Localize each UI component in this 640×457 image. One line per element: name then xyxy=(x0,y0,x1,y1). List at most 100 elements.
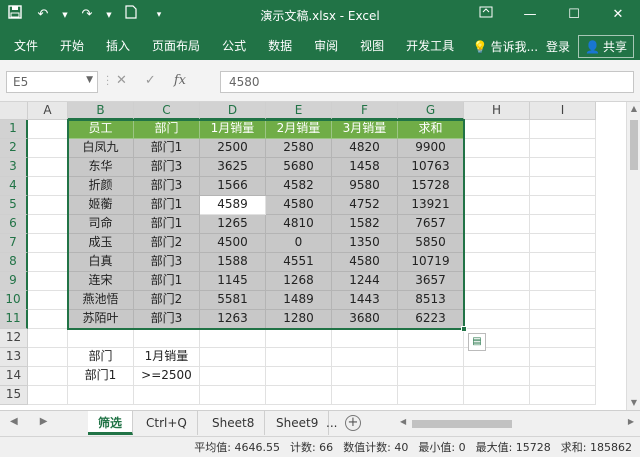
formula-input[interactable]: 4580 xyxy=(220,71,634,93)
cell[interactable] xyxy=(530,120,596,139)
cell[interactable]: 部门 xyxy=(134,120,200,139)
cell[interactable] xyxy=(398,386,464,405)
cell[interactable] xyxy=(28,386,68,405)
cell[interactable]: 3680 xyxy=(332,310,398,329)
quick-analysis-icon[interactable]: ▤ xyxy=(468,333,486,351)
column-header[interactable]: E xyxy=(266,102,332,120)
resize-handle-icon[interactable]: · · · xyxy=(106,73,109,91)
fill-handle[interactable] xyxy=(461,326,467,332)
cell[interactable] xyxy=(530,177,596,196)
cell[interactable]: 白真 xyxy=(68,253,134,272)
cell[interactable] xyxy=(464,234,530,253)
cell[interactable]: 4500 xyxy=(200,234,266,253)
horizontal-scrollbar[interactable]: ◀ ▶ xyxy=(398,417,636,431)
row-header[interactable]: 5 xyxy=(0,196,28,215)
cell[interactable]: 13921 xyxy=(398,196,464,215)
cell[interactable] xyxy=(134,386,200,405)
tab-page-layout[interactable]: 页面布局 xyxy=(152,37,200,54)
next-sheet-icon[interactable]: ▶ xyxy=(40,416,48,427)
scroll-thumb[interactable] xyxy=(630,120,638,170)
row-header[interactable]: 11 xyxy=(0,310,28,329)
name-box[interactable]: E5 ▼ xyxy=(6,71,98,93)
cell[interactable] xyxy=(332,367,398,386)
cell[interactable]: 9900 xyxy=(398,139,464,158)
cell[interactable] xyxy=(332,348,398,367)
cell[interactable]: 1265 xyxy=(200,215,266,234)
cell[interactable] xyxy=(464,139,530,158)
cell[interactable] xyxy=(530,272,596,291)
sheet-tab-filter[interactable]: 筛选 xyxy=(88,411,134,435)
tell-me-box[interactable]: 💡 告诉我... xyxy=(473,38,538,55)
tab-review[interactable]: 审阅 xyxy=(314,37,338,54)
row-header[interactable]: 9 xyxy=(0,272,28,291)
column-header[interactable]: F xyxy=(332,102,398,120)
column-header[interactable]: H xyxy=(464,102,530,120)
cell[interactable] xyxy=(28,310,68,329)
row-header[interactable]: 13 xyxy=(0,348,28,367)
cell[interactable] xyxy=(332,386,398,405)
cell[interactable] xyxy=(530,291,596,310)
cell[interactable] xyxy=(464,196,530,215)
cell[interactable] xyxy=(200,329,266,348)
cell[interactable]: 7657 xyxy=(398,215,464,234)
cell[interactable]: 部门 xyxy=(68,348,134,367)
cell[interactable]: 1263 xyxy=(200,310,266,329)
column-header[interactable]: I xyxy=(530,102,596,120)
cell[interactable]: 1566 xyxy=(200,177,266,196)
cell[interactable]: 4582 xyxy=(266,177,332,196)
cancel-icon[interactable]: ✕ xyxy=(116,73,127,88)
cell[interactable] xyxy=(530,348,596,367)
cell[interactable] xyxy=(464,310,530,329)
chevron-down-icon[interactable]: ▼ xyxy=(86,75,93,85)
row-header[interactable]: 8 xyxy=(0,253,28,272)
cell[interactable] xyxy=(530,367,596,386)
row-header[interactable]: 1 xyxy=(0,120,28,139)
tab-developer[interactable]: 开发工具 xyxy=(406,37,454,54)
select-all-corner[interactable] xyxy=(0,102,28,120)
cell[interactable]: 部门1 xyxy=(68,367,134,386)
cell[interactable] xyxy=(28,272,68,291)
cell[interactable] xyxy=(266,348,332,367)
cell[interactable]: 6223 xyxy=(398,310,464,329)
cell[interactable]: 4580 xyxy=(332,253,398,272)
cell[interactable]: 9580 xyxy=(332,177,398,196)
cell[interactable] xyxy=(530,139,596,158)
cell[interactable]: 3657 xyxy=(398,272,464,291)
cell[interactable] xyxy=(530,158,596,177)
worksheet-grid[interactable]: ▲ ▼ A B C D E F G H I 1 员工 部门 1月销量 2月销量 3月销量 求和 2 白凤九 部门1 2… xyxy=(0,102,640,410)
cell[interactable] xyxy=(28,196,68,215)
cell[interactable]: 部门3 xyxy=(134,253,200,272)
row-header[interactable]: 14 xyxy=(0,367,28,386)
enter-icon[interactable]: ✓ xyxy=(145,73,156,88)
scroll-down-icon[interactable]: ▼ xyxy=(627,396,640,410)
sheet-tab-sheet9[interactable]: Sheet9 xyxy=(266,411,330,435)
column-header[interactable]: G xyxy=(398,102,464,120)
row-header[interactable]: 12 xyxy=(0,329,28,348)
row-header[interactable]: 10 xyxy=(0,291,28,310)
cell[interactable] xyxy=(28,158,68,177)
cell[interactable] xyxy=(464,177,530,196)
cell[interactable]: 部门1 xyxy=(134,196,200,215)
cell[interactable] xyxy=(398,367,464,386)
cell[interactable]: 10719 xyxy=(398,253,464,272)
cell[interactable] xyxy=(28,234,68,253)
cell[interactable]: 0 xyxy=(266,234,332,253)
cell[interactable]: 2500 xyxy=(200,139,266,158)
cell[interactable] xyxy=(464,386,530,405)
cell[interactable] xyxy=(28,253,68,272)
cell[interactable] xyxy=(464,367,530,386)
add-sheet-button[interactable]: + xyxy=(345,415,361,431)
cell[interactable]: 10763 xyxy=(398,158,464,177)
cell[interactable]: 4752 xyxy=(332,196,398,215)
cell[interactable]: 求和 xyxy=(398,120,464,139)
cell[interactable] xyxy=(28,348,68,367)
cell[interactable] xyxy=(28,329,68,348)
cell[interactable] xyxy=(266,367,332,386)
sheet-tab-ctrlq[interactable]: Ctrl+Q xyxy=(136,411,198,435)
cell[interactable]: 2580 xyxy=(266,139,332,158)
cell[interactable]: 5680 xyxy=(266,158,332,177)
cell[interactable] xyxy=(530,310,596,329)
hscroll-thumb[interactable] xyxy=(412,420,512,428)
cell[interactable]: 东华 xyxy=(68,158,134,177)
cell[interactable]: 1458 xyxy=(332,158,398,177)
